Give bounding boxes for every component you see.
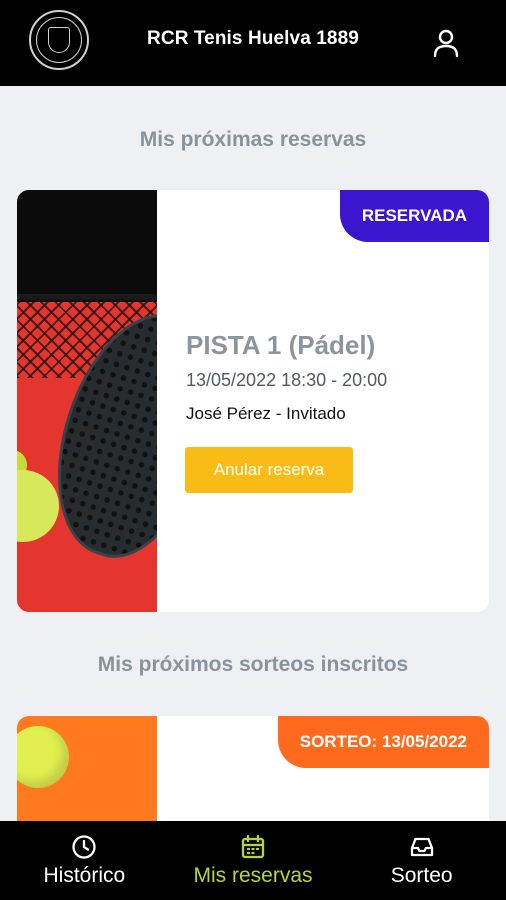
- reservation-datetime: 13/05/2022 18:30 - 20:00: [186, 370, 388, 390]
- nav-label-mis-reservas: Mis reservas: [193, 863, 313, 887]
- top-bar: RCR Tenis Huelva 1889: [0, 0, 506, 86]
- reservation-players: José Pérez - Invitado: [186, 404, 346, 423]
- draw-status-badge: SORTEO: 13/05/2022: [277, 716, 489, 768]
- nav-label-sorteo: Sorteo: [390, 863, 453, 887]
- cancel-reservation-button[interactable]: Anular reserva: [185, 447, 353, 493]
- draws-section-title: Mis próximos sorteos inscritos: [97, 653, 409, 676]
- nav-item-sorteo[interactable]: Sorteo: [337, 821, 506, 900]
- clock-icon: [72, 834, 96, 859]
- padel-court-image: [17, 190, 157, 612]
- bottom-navigation: Histórico Mis reservas Sorteo: [0, 821, 506, 900]
- reservation-status-badge: RESERVADA: [339, 190, 489, 242]
- nav-label-historico: Histórico: [43, 863, 126, 887]
- nav-item-historico[interactable]: Histórico: [0, 821, 169, 900]
- nav-item-mis-reservas[interactable]: Mis reservas: [169, 821, 338, 900]
- inbox-icon: [410, 837, 433, 856]
- reservation-card: RESERVADA PISTA 1 (Pádel) 13/05/2022 18:…: [17, 190, 489, 612]
- calendar-icon: [241, 834, 265, 858]
- user-icon[interactable]: [430, 27, 462, 59]
- reservations-section-title: Mis próximas reservas: [139, 128, 367, 151]
- court-name: PISTA 1 (Pádel): [186, 330, 376, 360]
